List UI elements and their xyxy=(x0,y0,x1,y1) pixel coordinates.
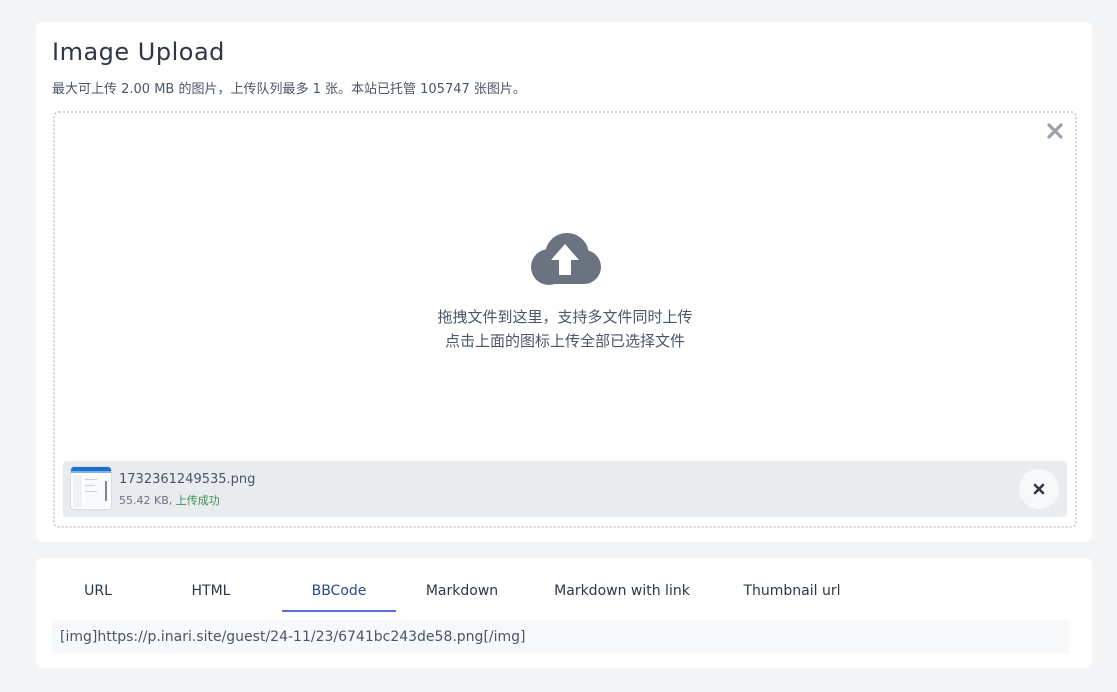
tab-url[interactable]: URL xyxy=(52,572,144,610)
upload-dropzone[interactable]: 拖拽文件到这里，支持多文件同时上传 点击上面的图标上传全部已选择文件 17323… xyxy=(53,111,1077,528)
upload-status: 上传成功 xyxy=(175,494,220,507)
tab-markdown[interactable]: Markdown xyxy=(408,572,516,610)
file-name: 1732361249535.png xyxy=(119,472,256,487)
link-format-tabs: URL HTML BBCode Markdown Markdown with l… xyxy=(52,572,1076,612)
tab-markdown-with-link[interactable]: Markdown with link xyxy=(534,572,710,610)
links-card: URL HTML BBCode Markdown Markdown with l… xyxy=(36,558,1092,668)
tab-html[interactable]: HTML xyxy=(156,572,266,610)
tab-thumbnail-url[interactable]: Thumbnail url xyxy=(724,572,860,610)
file-meta: 55.42 KB, 上传成功 xyxy=(119,492,220,508)
cloud-upload-icon[interactable] xyxy=(527,231,603,287)
upload-limits-text: 最大可上传 2.00 MB 的图片，上传队列最多 1 张。本站已托管 10574… xyxy=(52,82,526,97)
tab-bbcode[interactable]: BBCode xyxy=(282,572,396,612)
link-output-field[interactable] xyxy=(52,620,1070,654)
file-size: 55.42 KB, xyxy=(119,494,173,507)
remove-file-button[interactable] xyxy=(1019,469,1059,509)
dropzone-hint-drag: 拖拽文件到这里，支持多文件同时上传 xyxy=(437,308,693,326)
close-icon[interactable] xyxy=(1045,121,1065,141)
uploaded-file-item: 1732361249535.png 55.42 KB, 上传成功 xyxy=(63,461,1067,517)
close-icon xyxy=(1033,483,1045,495)
dropzone-hint-click: 点击上面的图标上传全部已选择文件 xyxy=(444,332,685,350)
page-title: Image Upload xyxy=(52,38,225,66)
file-thumbnail xyxy=(71,467,111,509)
upload-card: Image Upload 最大可上传 2.00 MB 的图片，上传队列最多 1 … xyxy=(36,22,1092,542)
